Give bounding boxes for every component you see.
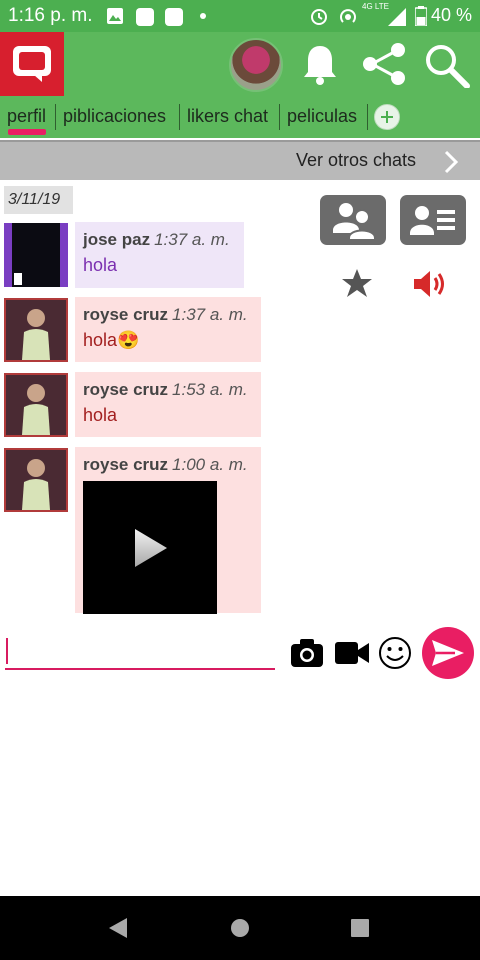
message-bubble[interactable]: royse cruz 1:00 a. m. [75, 447, 261, 614]
status-time: 1:16 p. m. [8, 5, 93, 26]
volume-icon[interactable] [412, 268, 448, 300]
recent-apps-icon[interactable] [350, 918, 370, 938]
avatar-photo [6, 450, 66, 510]
app-bar [0, 32, 480, 96]
date-chip: 3/11/19 [4, 186, 73, 214]
battery-icon [415, 6, 427, 26]
chevron-right-icon [444, 150, 458, 174]
message-bubble[interactable]: jose paz 1:37 a. m. hola [75, 222, 244, 288]
tab-piblicaciones[interactable]: piblicaciones [63, 96, 166, 138]
alarm-icon [311, 9, 327, 25]
camera-icon[interactable] [290, 638, 324, 668]
text-cursor [6, 638, 8, 664]
contact-card-icon [410, 206, 455, 235]
sender-avatar[interactable] [4, 298, 68, 362]
app-logo[interactable] [0, 32, 64, 96]
battery-percent: 40 % [430, 5, 472, 25]
video-camera-icon[interactable] [334, 640, 370, 666]
emoji-icon[interactable] [378, 636, 412, 670]
active-tab-indicator [8, 129, 46, 135]
play-icon [135, 529, 167, 567]
more-notifications-dot-icon [200, 13, 206, 19]
signal-icon [388, 8, 406, 26]
message-text: hola [83, 255, 118, 275]
other-chats-label: Ver otros chats [295, 150, 416, 170]
avatar-photo [6, 300, 66, 360]
message-sender-name: royse cruz [83, 305, 169, 324]
message-bubble[interactable]: royse cruz 1:37 a. m. hola😍 [75, 297, 261, 362]
home-icon[interactable] [230, 918, 250, 938]
tab-bar: perfil piblicaciones likers chat pelicul… [0, 96, 480, 138]
tab-separator [179, 104, 180, 130]
message-time: 1:53 a. m. [172, 380, 248, 399]
message-sender-name: royse cruz [83, 380, 169, 399]
system-navigation-bar [0, 896, 480, 960]
search-icon[interactable] [423, 42, 471, 88]
message-time: 1:37 a. m. [172, 305, 248, 324]
app-notification-icon [136, 8, 154, 26]
hotspot-icon [340, 9, 356, 23]
tab-likers-chat[interactable]: likers chat [187, 96, 268, 138]
tab-peliculas[interactable]: peliculas [287, 96, 357, 138]
add-tab-plus-icon[interactable] [374, 104, 400, 130]
share-icon[interactable] [360, 42, 408, 86]
image-notification-icon [107, 8, 123, 24]
back-icon[interactable] [108, 917, 128, 939]
status-bar: 1:16 p. m. 4G LTE 40 % [0, 0, 480, 32]
message-time: 1:00 a. m. [172, 455, 248, 474]
other-chats-bar[interactable]: Ver otros chats [0, 140, 480, 180]
bell-icon[interactable] [300, 42, 340, 86]
tab-separator [55, 104, 56, 130]
message-input[interactable] [5, 632, 275, 670]
star-icon[interactable] [341, 268, 373, 298]
sender-avatar[interactable] [4, 223, 68, 287]
avatar-photo [14, 273, 22, 285]
sender-avatar[interactable] [4, 448, 68, 512]
network-type-label: 4G LTE [362, 2, 389, 11]
message-text: hola [83, 405, 118, 425]
app-notification-icon-2 [165, 8, 183, 26]
tab-separator [367, 104, 368, 130]
video-thumbnail[interactable] [83, 481, 217, 614]
message-bubble[interactable]: royse cruz 1:53 a. m. hola [75, 372, 261, 437]
tab-separator [279, 104, 280, 130]
send-icon [432, 640, 464, 666]
avatar-photo [6, 375, 66, 435]
sender-avatar[interactable] [4, 373, 68, 437]
message-sender-name: royse cruz [83, 455, 169, 474]
message-sender-name: jose paz [83, 230, 151, 249]
group-users-icon [333, 203, 376, 240]
message-time: 1:37 a. m. [154, 230, 230, 249]
chat-bubble-icon [13, 46, 51, 82]
message-text: hola😍 [83, 330, 140, 350]
contact-card-button[interactable] [400, 195, 466, 245]
group-users-button[interactable] [320, 195, 386, 245]
send-button[interactable] [422, 627, 474, 679]
profile-avatar[interactable] [229, 38, 283, 92]
